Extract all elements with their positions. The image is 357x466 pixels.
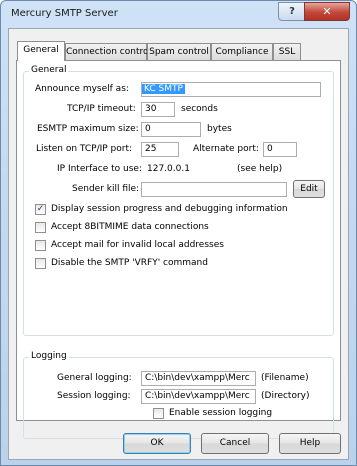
see-help-link[interactable]: (see help) [237, 164, 282, 174]
tab-general[interactable]: General [17, 41, 65, 61]
close-icon: ✕ [322, 5, 332, 18]
timeout-unit: seconds [181, 104, 218, 114]
general-logging-hint: (Filename) [261, 373, 309, 383]
killfile-label: Sender kill file: [72, 184, 140, 194]
close-button[interactable]: ✕ [304, 2, 350, 21]
session-logging-label: Session logging: [57, 391, 131, 401]
display-progress-label: Display session progress and debugging i… [51, 204, 288, 214]
ip-value[interactable]: 127.0.0.1 [147, 164, 190, 174]
timeout-input[interactable]: 30 [141, 102, 175, 117]
ok-button[interactable]: OK [123, 433, 191, 454]
help-button[interactable]: Help [279, 433, 341, 454]
announce-label: Announce myself as: [35, 84, 129, 94]
alt-port-label: Alternate port: [193, 144, 259, 154]
session-logging-input[interactable]: C:\bin\dev\xampp\Merc [141, 389, 256, 404]
disable-vrfy-checkbox[interactable] [35, 258, 46, 269]
logging-group-label: Logging [29, 351, 69, 361]
esmtp-label: ESMTP maximum size: [37, 124, 139, 134]
general-group-label: General [29, 65, 69, 75]
help-title-button[interactable]: ? [278, 2, 306, 21]
disable-vrfy-label: Disable the SMTP 'VRFY' command [51, 258, 208, 268]
general-logging-label: General logging: [57, 373, 132, 383]
tab-spam-control[interactable]: Spam control [147, 43, 211, 60]
title-bar[interactable]: Mercury SMTP Server ? ✕ [1, 1, 356, 27]
tab-connection-control[interactable]: Connection control [65, 43, 151, 60]
enable-session-logging-checkbox[interactable] [153, 408, 164, 419]
ip-label: IP Interface to use: [57, 164, 142, 174]
timeout-label: TCP/IP timeout: [67, 104, 136, 114]
general-tab-panel: General Announce myself as: KC SMTP TCP/… [16, 60, 341, 439]
accept-8bitmime-label: Accept 8BITMIME data connections [51, 222, 209, 232]
esmtp-input[interactable]: 0 [141, 122, 201, 137]
tab-compliance[interactable]: Compliance [211, 43, 273, 60]
port-input[interactable]: 25 [141, 142, 179, 157]
accept-invalid-local-label: Accept mail for invalid local addresses [51, 240, 224, 250]
edit-button[interactable]: Edit [293, 180, 325, 198]
window-title: Mercury SMTP Server [11, 8, 118, 19]
alt-port-input[interactable]: 0 [263, 142, 297, 157]
dialog-client-area: General Connection control Spam control … [8, 28, 349, 460]
accept-invalid-local-checkbox[interactable] [35, 240, 46, 251]
general-logging-input[interactable]: C:\bin\dev\xampp\Merc [141, 371, 256, 386]
enable-session-logging-label: Enable session logging [169, 408, 273, 418]
killfile-input[interactable] [141, 182, 287, 197]
check-icon: ✓ [36, 204, 45, 214]
esmtp-unit: bytes [207, 124, 232, 134]
session-logging-hint: (Directory) [261, 391, 310, 401]
announce-input[interactable]: KC SMTP [141, 82, 321, 97]
accept-8bitmime-checkbox[interactable] [35, 222, 46, 233]
tab-ssl[interactable]: SSL [273, 43, 301, 60]
display-progress-checkbox[interactable]: ✓ [35, 204, 46, 215]
cancel-button[interactable]: Cancel [201, 433, 269, 454]
port-label: Listen on TCP/IP port: [36, 144, 133, 154]
dialog-window: Mercury SMTP Server ? ✕ General Connecti… [0, 0, 357, 466]
